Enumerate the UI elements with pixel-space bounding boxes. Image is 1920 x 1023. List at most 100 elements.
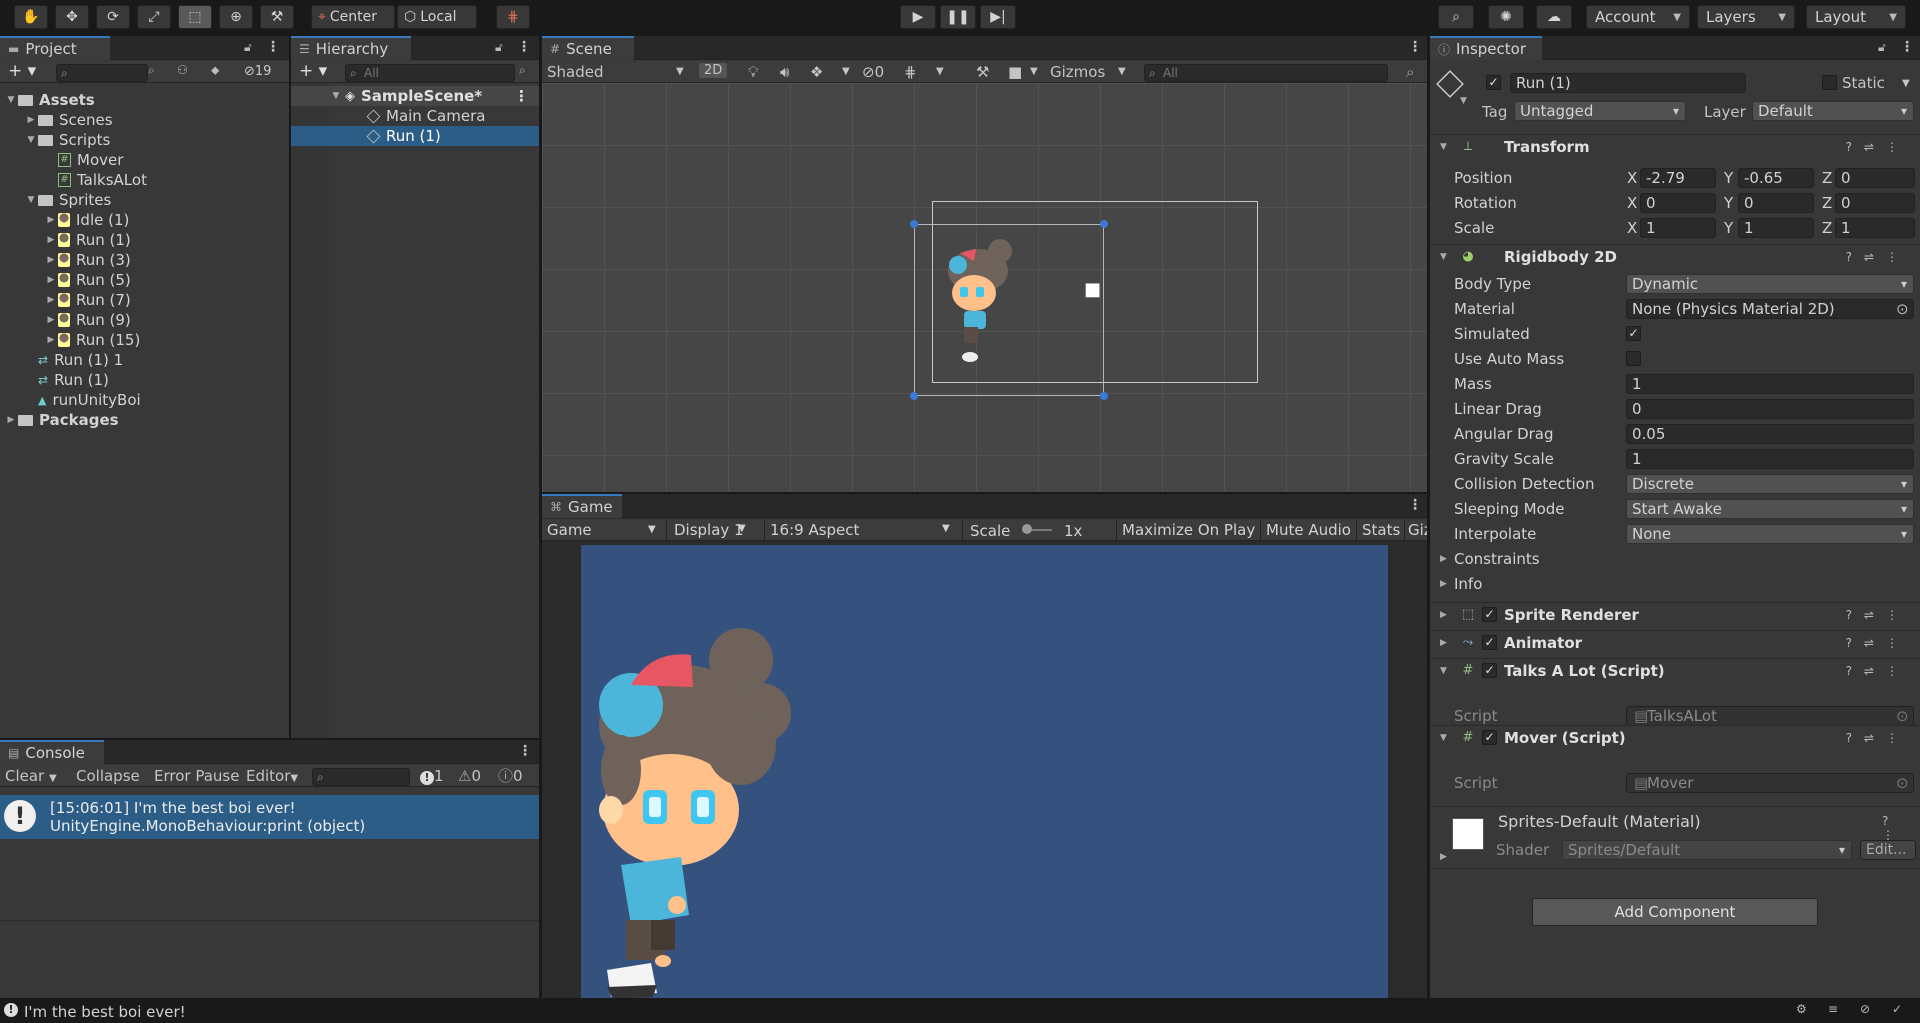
scene-menu-icon[interactable]: ⋮	[514, 87, 529, 105]
console-search-input[interactable]	[312, 768, 410, 786]
project-tree-item[interactable]: ▲ runUnityBoi	[0, 390, 289, 410]
project-tree-item[interactable]: ▶ Run (5)	[0, 270, 289, 290]
more-menu-icon[interactable]: ⋮	[1408, 497, 1422, 513]
tab-inspector[interactable]: ⓘ Inspector	[1430, 36, 1542, 60]
object-picker-icon[interactable]: ⊙	[1896, 300, 1909, 318]
expand-arrow-icon[interactable]: ▶	[4, 415, 18, 425]
lighting-toggle-icon[interactable]: 💡︎	[748, 63, 759, 81]
lock-icon[interactable]: 🔓︎	[1878, 40, 1886, 55]
position-z-field[interactable]: 0	[1835, 168, 1915, 188]
position-x-field[interactable]: -2.79	[1640, 168, 1716, 188]
project-tree-item[interactable]: ▼ Sprites	[0, 190, 289, 210]
game-viewport[interactable]	[581, 545, 1388, 998]
maximize-on-play-button[interactable]: Maximize On Play	[1122, 521, 1255, 539]
rotation-y-field[interactable]: 0	[1738, 193, 1814, 213]
move-tool-icon[interactable]: ✥	[55, 5, 89, 29]
rect-tool-icon[interactable]: ⬚	[178, 5, 212, 29]
create-plus-icon[interactable]: + ▾	[299, 61, 327, 81]
simulated-checkbox[interactable]: ✓	[1626, 326, 1641, 341]
shader-dropdown[interactable]: Sprites/Default	[1562, 840, 1852, 860]
info-foldout[interactable]: ▶ Info	[1430, 574, 1920, 594]
rotation-x-field[interactable]: 0	[1640, 193, 1716, 213]
search-icon[interactable]: ⌕	[1438, 5, 1474, 29]
auto-generate-icon[interactable]: ⊘	[1860, 1002, 1870, 1016]
search-options-icon[interactable]: ⌕	[1406, 63, 1414, 81]
scale-x-field[interactable]: 1	[1640, 218, 1716, 238]
component-actions[interactable]: ?⇌⋮	[1846, 731, 1910, 745]
cloud-icon[interactable]: ☁	[1536, 5, 1572, 29]
grid-toggle-icon[interactable]: ⋕	[904, 63, 917, 81]
lock-icon[interactable]: 🔓︎	[495, 40, 503, 55]
static-checkbox[interactable]	[1822, 75, 1837, 90]
project-tree-item[interactable]: ▶ Run (15)	[0, 330, 289, 350]
object-active-checkbox[interactable]: ✓	[1486, 75, 1501, 90]
more-menu-icon[interactable]: ⋮	[517, 39, 531, 55]
pivot-local-button[interactable]: ⬡ Local	[397, 5, 477, 29]
layer-dropdown[interactable]: Default	[1752, 101, 1914, 121]
rect-handle[interactable]	[1100, 220, 1108, 228]
hidden-packages-toggle[interactable]: ⊘19	[244, 64, 271, 79]
tab-scene[interactable]: # Scene	[542, 36, 634, 60]
expand-arrow-icon[interactable]: ▼	[24, 135, 38, 145]
log-filter-toggle[interactable]: ! 1	[420, 767, 444, 785]
talks-a-lot-header[interactable]: ▼ # ✓ Talks A Lot (Script) ?⇌⋮	[1430, 658, 1920, 682]
more-menu-icon[interactable]: ⋮	[266, 39, 280, 55]
chevron-down-icon[interactable]: ▼	[1902, 78, 1910, 89]
pivot-center-button[interactable]: ⌖ Center	[311, 5, 395, 29]
component-actions[interactable]: ?⇌⋮	[1846, 636, 1910, 650]
interpolate-dropdown[interactable]: None	[1626, 524, 1914, 544]
animator-header[interactable]: ▶ ⤳ ✓ Animator ?⇌⋮	[1430, 630, 1920, 654]
custom-tool-icon[interactable]: ⚒	[260, 5, 294, 29]
material-actions[interactable]: ?⋮	[1882, 814, 1920, 842]
error-pause-button[interactable]: Error Pause	[154, 767, 239, 785]
angular-drag-field[interactable]: 0.05	[1626, 424, 1914, 444]
component-enabled-checkbox[interactable]: ✓	[1482, 663, 1497, 678]
scene-search-input[interactable]: All	[1144, 64, 1388, 82]
mute-audio-button[interactable]: Mute Audio	[1266, 521, 1351, 539]
play-button[interactable]: ▶	[900, 5, 936, 29]
add-component-button[interactable]: Add Component	[1532, 898, 1818, 926]
gravity-scale-field[interactable]: 1	[1626, 449, 1914, 469]
hand-tool-icon[interactable]: ✋	[14, 5, 48, 29]
scale-tool-icon[interactable]: ⤢	[137, 5, 171, 29]
rect-handle[interactable]	[910, 392, 918, 400]
step-button[interactable]: ▶|	[980, 5, 1016, 29]
expand-arrow-icon[interactable]: ▶	[44, 295, 58, 305]
check-circle-icon[interactable]: ✓	[1892, 1002, 1902, 1016]
rect-handle[interactable]	[910, 220, 918, 228]
layout-dropdown[interactable]: Layout ▼	[1806, 5, 1906, 29]
clear-button[interactable]: Clear ▼	[5, 767, 57, 785]
rigidbody-header[interactable]: ▼ ◕ Rigidbody 2D ?⇌⋮	[1430, 244, 1920, 268]
services-icon[interactable]: ✺	[1488, 5, 1524, 29]
tab-hierarchy[interactable]: ☰ Hierarchy	[291, 36, 411, 60]
status-message[interactable]: I'm the best boi ever!	[24, 1003, 186, 1021]
display-dropdown[interactable]: Display 1 ▼	[666, 519, 772, 541]
project-tree-item[interactable]: ⇄ Run (1) 1	[0, 350, 289, 370]
account-dropdown[interactable]: Account ▼	[1586, 5, 1690, 29]
expand-arrow-icon[interactable]: ▼	[24, 195, 38, 205]
project-tree-item[interactable]: ⇄ Run (1)	[0, 370, 289, 390]
scale-slider-thumb[interactable]	[1022, 524, 1032, 534]
expand-arrow-icon[interactable]: ▼	[329, 91, 343, 101]
scene-header-row[interactable]: ▼ ◈ SampleScene* ⋮	[291, 86, 539, 106]
filter-type-icon[interactable]: ⚇	[177, 63, 188, 77]
sprite-renderer-header[interactable]: ▶ ⬚ ✓ Sprite Renderer ?⇌⋮	[1430, 602, 1920, 626]
mass-field[interactable]: 1	[1626, 374, 1914, 394]
use-auto-mass-checkbox[interactable]	[1626, 351, 1641, 366]
project-tree-item[interactable]: # TalksALot	[0, 170, 289, 190]
search-by-type-icon[interactable]: ⌕	[148, 63, 155, 78]
linear-drag-field[interactable]: 0	[1626, 399, 1914, 419]
search-options-icon[interactable]: ⌕	[519, 63, 526, 78]
scale-y-field[interactable]: 1	[1738, 218, 1814, 238]
component-actions[interactable]: ?⇌⋮	[1846, 140, 1910, 154]
tab-console[interactable]: ▤ Console	[0, 740, 104, 764]
constraints-foldout[interactable]: ▶ Constraints	[1430, 549, 1920, 569]
position-y-field[interactable]: -0.65	[1738, 168, 1814, 188]
aspect-dropdown[interactable]: 16:9 Aspect ▼	[766, 519, 962, 541]
scale-z-field[interactable]: 1	[1835, 218, 1915, 238]
component-enabled-checkbox[interactable]: ✓	[1482, 730, 1497, 745]
layers-stack-icon[interactable]: ≡	[1828, 1002, 1838, 1016]
object-name-field[interactable]: Run (1)	[1510, 73, 1746, 93]
tag-dropdown[interactable]: Untagged	[1514, 101, 1686, 121]
component-actions[interactable]: ?⇌⋮	[1846, 250, 1910, 264]
